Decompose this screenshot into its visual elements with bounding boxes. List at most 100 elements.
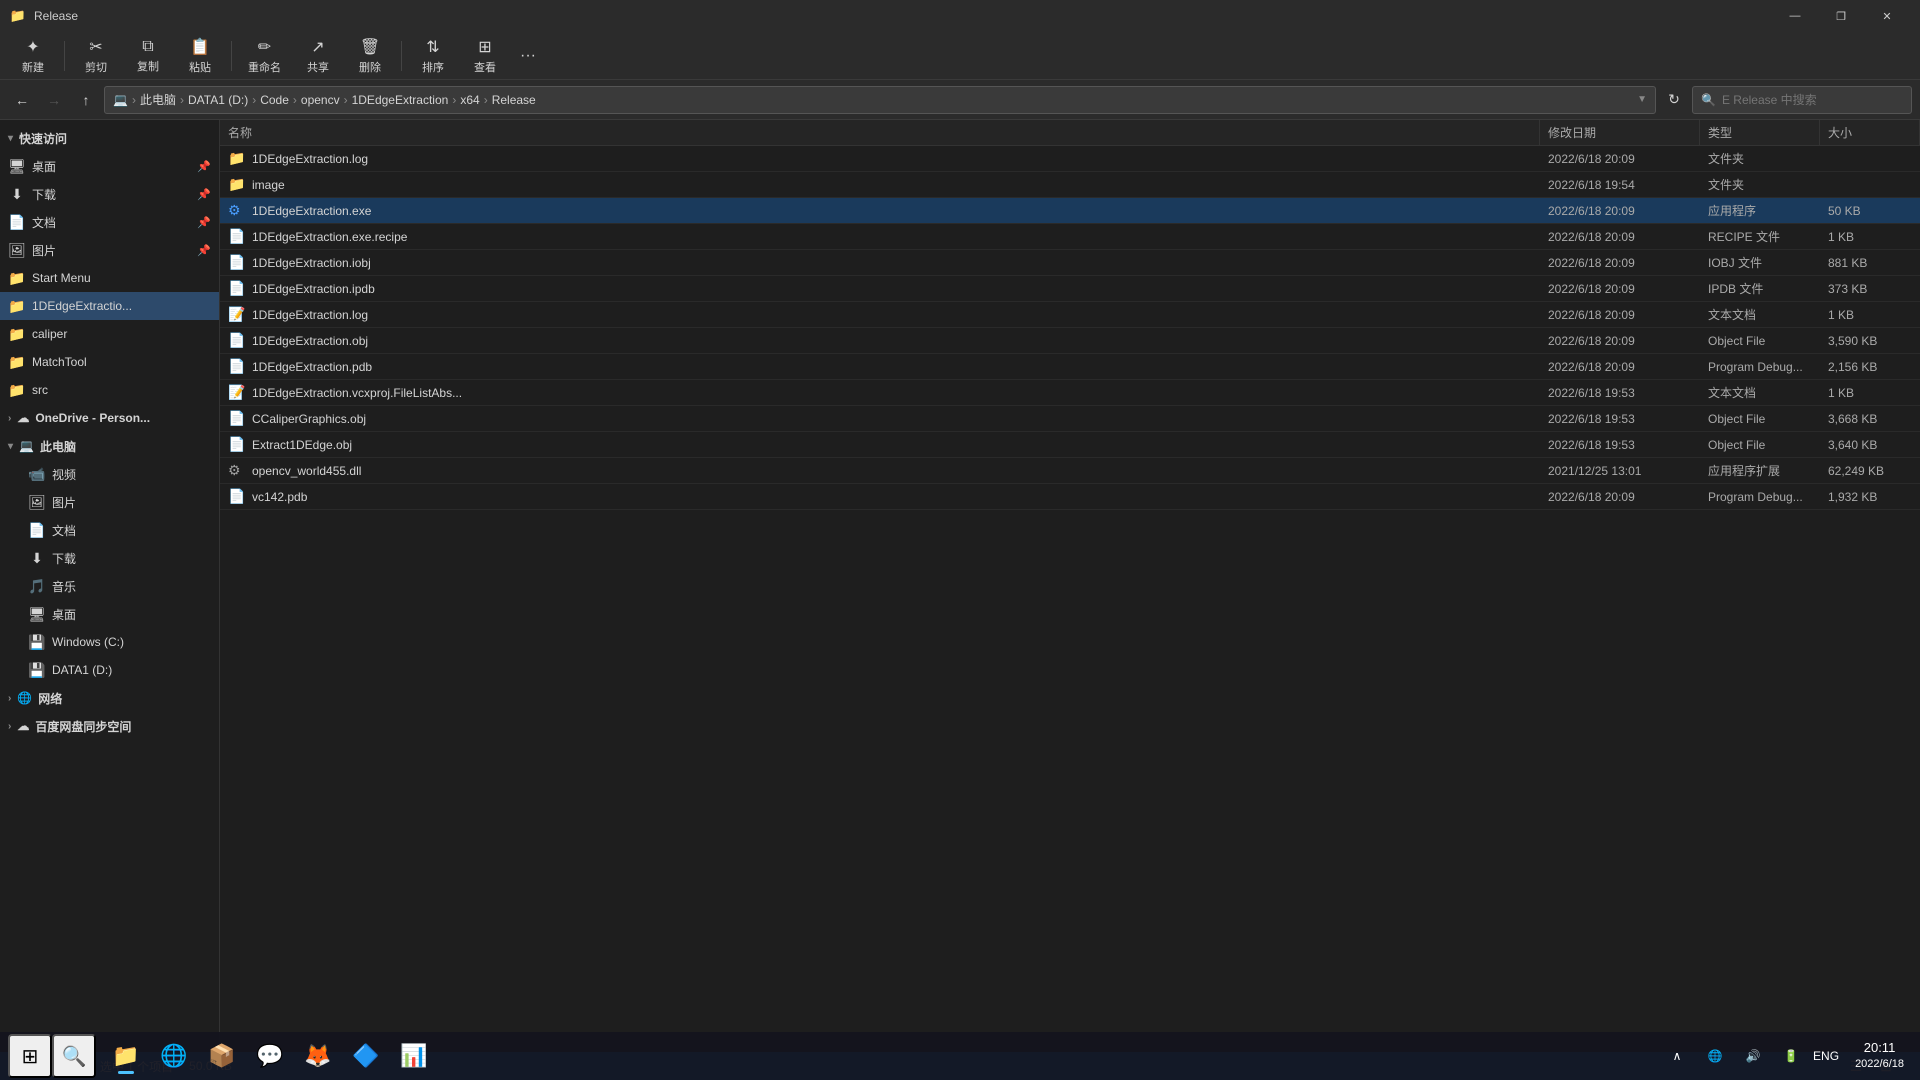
file-row[interactable]: 📄 1DEdgeExtraction.ipdb 2022/6/18 20:09 … bbox=[220, 276, 1920, 302]
breadcrumb-bar[interactable]: 💻 › 此电脑 › DATA1 (D:) › Code › opencv › 1… bbox=[104, 86, 1656, 114]
sidebar-item-pictures[interactable]: 🖼 图片 📌 bbox=[0, 236, 219, 264]
file-row[interactable]: 📝 1DEdgeExtraction.vcxproj.FileListAbs..… bbox=[220, 380, 1920, 406]
file-row[interactable]: 📄 1DEdgeExtraction.exe.recipe 2022/6/18 … bbox=[220, 224, 1920, 250]
sidebar-item-winc[interactable]: 💾 Windows (C:) bbox=[0, 628, 219, 656]
file-row[interactable]: 📄 1DEdgeExtraction.pdb 2022/6/18 20:09 P… bbox=[220, 354, 1920, 380]
sidebar-network-header[interactable]: › 🌐 网络 bbox=[0, 684, 219, 712]
taskbar-file-explorer[interactable]: 📁 bbox=[104, 1034, 148, 1078]
share-button[interactable]: ↗ 共享 bbox=[293, 36, 343, 76]
taskbar-chat[interactable]: 💬 bbox=[248, 1034, 292, 1078]
taskbar-browser[interactable]: 🌐 bbox=[152, 1034, 196, 1078]
col-header-date[interactable]: 修改日期 bbox=[1540, 120, 1700, 145]
sidebar-item-caliper[interactable]: 📁 caliper bbox=[0, 320, 219, 348]
back-button[interactable]: ← bbox=[8, 86, 36, 114]
paste-button[interactable]: 📋 粘贴 bbox=[175, 36, 225, 76]
file-row[interactable]: 📝 1DEdgeExtraction.log 2022/6/18 20:09 文… bbox=[220, 302, 1920, 328]
taskbar-store[interactable]: 📦 bbox=[200, 1034, 244, 1078]
breadcrumb-dropdown[interactable]: ▼ bbox=[1637, 94, 1647, 105]
sidebar-item-music[interactable]: 🎵 音乐 bbox=[0, 572, 219, 600]
sidebar-item-1dedge[interactable]: 📁 1DEdgeExtractio... bbox=[0, 292, 219, 320]
new-icon: ✦ bbox=[26, 37, 39, 57]
file-row[interactable]: 📁 image 2022/6/18 19:54 文件夹 bbox=[220, 172, 1920, 198]
systray-sound[interactable]: 🔊 bbox=[1737, 1040, 1769, 1072]
sidebar-item-startmenu[interactable]: 📁 Start Menu bbox=[0, 264, 219, 292]
file-type-icon: 📄 bbox=[228, 228, 246, 245]
breadcrumb-thispc[interactable]: 此电脑 bbox=[140, 91, 176, 108]
sidebar-thispc-header[interactable]: ▾ 💻 此电脑 bbox=[0, 432, 219, 460]
view-icon: ⊞ bbox=[478, 37, 491, 57]
sort-button[interactable]: ⇅ 排序 bbox=[408, 36, 458, 76]
pin-icon-4: 📌 bbox=[197, 244, 211, 257]
minimize-button[interactable]: — bbox=[1772, 0, 1818, 32]
caliper-icon: 📁 bbox=[8, 326, 26, 343]
breadcrumb-x64[interactable]: x64 bbox=[460, 93, 479, 107]
taskbar-search-button[interactable]: 🔍 bbox=[52, 1034, 96, 1078]
sidebar-item-data1[interactable]: 💾 DATA1 (D:) bbox=[0, 656, 219, 684]
sidebar-item-dl2[interactable]: ⬇ 下载 bbox=[0, 544, 219, 572]
close-button[interactable]: ✕ bbox=[1864, 0, 1910, 32]
sidebar-item-desktop[interactable]: 🖥 桌面 📌 bbox=[0, 152, 219, 180]
copy-button[interactable]: ⧉ 复制 bbox=[123, 36, 173, 76]
new-button[interactable]: ✦ 新建 bbox=[8, 36, 58, 76]
col-header-type[interactable]: 类型 bbox=[1700, 120, 1820, 145]
taskbar-firefox[interactable]: 🦊 bbox=[296, 1034, 340, 1078]
refresh-button[interactable]: ↻ bbox=[1660, 86, 1688, 114]
sidebar-quick-access-header[interactable]: ▾ 快速访问 bbox=[0, 124, 219, 152]
search-bar[interactable]: 🔍 bbox=[1692, 86, 1912, 114]
file-row[interactable]: 📁 1DEdgeExtraction.log 2022/6/18 20:09 文… bbox=[220, 146, 1920, 172]
firefox-icon: 🦊 bbox=[304, 1043, 331, 1069]
rename-button[interactable]: ✏ 重命名 bbox=[238, 36, 291, 76]
file-row[interactable]: 📄 1DEdgeExtraction.iobj 2022/6/18 20:09 … bbox=[220, 250, 1920, 276]
file-row[interactable]: 📄 CCaliperGraphics.obj 2022/6/18 19:53 O… bbox=[220, 406, 1920, 432]
cut-button[interactable]: ✂ 剪切 bbox=[71, 36, 121, 76]
forward-button[interactable]: → bbox=[40, 86, 68, 114]
sidebar-item-matchtool[interactable]: 📁 MatchTool bbox=[0, 348, 219, 376]
systray-network[interactable]: 🌐 bbox=[1699, 1040, 1731, 1072]
sidebar-onedrive-header[interactable]: › ☁ OneDrive - Person... bbox=[0, 404, 219, 432]
breadcrumb-data1[interactable]: DATA1 (D:) bbox=[188, 93, 248, 107]
pin-icon-3: 📌 bbox=[197, 216, 211, 229]
file-row[interactable]: ⚙ opencv_world455.dll 2021/12/25 13:01 应… bbox=[220, 458, 1920, 484]
file-row[interactable]: 📄 1DEdgeExtraction.obj 2022/6/18 20:09 O… bbox=[220, 328, 1920, 354]
col-header-size[interactable]: 大小 bbox=[1820, 120, 1920, 145]
sidebar-item-desktop2[interactable]: 🖥 桌面 bbox=[0, 600, 219, 628]
search-input[interactable] bbox=[1722, 93, 1903, 107]
taskbar-ppt[interactable]: 📊 bbox=[392, 1034, 436, 1078]
sidebar-item-downloads[interactable]: ⬇ 下载 📌 bbox=[0, 180, 219, 208]
sidebar-item-docs2[interactable]: 📄 文档 bbox=[0, 516, 219, 544]
view-button[interactable]: ⊞ 查看 bbox=[460, 36, 510, 76]
sidebar-baidu-header[interactable]: › ☁ 百度网盘同步空间 bbox=[0, 712, 219, 740]
maximize-button[interactable]: ❐ bbox=[1818, 0, 1864, 32]
1dedge-icon: 📁 bbox=[8, 298, 26, 315]
systray-battery[interactable]: 🔋 bbox=[1775, 1040, 1807, 1072]
delete-button[interactable]: 🗑 删除 bbox=[345, 36, 395, 76]
breadcrumb-1deedge[interactable]: 1DEdgeExtraction bbox=[352, 93, 449, 107]
breadcrumb-opencv[interactable]: opencv bbox=[301, 93, 340, 107]
up-button[interactable]: ↑ bbox=[72, 86, 100, 114]
file-type-icon: 📁 bbox=[228, 150, 246, 167]
sidebar-item-src[interactable]: 📁 src bbox=[0, 376, 219, 404]
sidebar-item-videos[interactable]: 📹 视频 bbox=[0, 460, 219, 488]
src-label: src bbox=[32, 383, 48, 397]
start-button[interactable]: ⊞ bbox=[8, 1034, 52, 1078]
src-icon: 📁 bbox=[8, 382, 26, 399]
sidebar-item-documents[interactable]: 📄 文档 📌 bbox=[0, 208, 219, 236]
file-name-text: Extract1DEdge.obj bbox=[252, 438, 352, 452]
breadcrumb-release[interactable]: Release bbox=[492, 93, 536, 107]
more-button[interactable]: ··· bbox=[512, 43, 544, 69]
file-rows-container: 📁 1DEdgeExtraction.log 2022/6/18 20:09 文… bbox=[220, 146, 1920, 510]
file-row[interactable]: 📄 vc142.pdb 2022/6/18 20:09 Program Debu… bbox=[220, 484, 1920, 510]
file-row[interactable]: 📄 Extract1DEdge.obj 2022/6/18 19:53 Obje… bbox=[220, 432, 1920, 458]
systray-expand[interactable]: ∧ bbox=[1661, 1040, 1693, 1072]
file-row[interactable]: ⚙ 1DEdgeExtraction.exe 2022/6/18 20:09 应… bbox=[220, 198, 1920, 224]
file-type-icon: 📄 bbox=[228, 488, 246, 505]
sidebar-item-pictures2[interactable]: 🖼 图片 bbox=[0, 488, 219, 516]
taskbar-vs[interactable]: 🔷 bbox=[344, 1034, 388, 1078]
winc-icon: 💾 bbox=[28, 634, 46, 651]
music-icon: 🎵 bbox=[28, 578, 46, 595]
delete-label: 删除 bbox=[359, 59, 381, 75]
col-header-name[interactable]: 名称 bbox=[220, 120, 1540, 145]
store-icon: 📦 bbox=[208, 1043, 235, 1069]
clock[interactable]: 20:11 2022/6/18 bbox=[1847, 1037, 1912, 1075]
breadcrumb-code[interactable]: Code bbox=[260, 93, 289, 107]
